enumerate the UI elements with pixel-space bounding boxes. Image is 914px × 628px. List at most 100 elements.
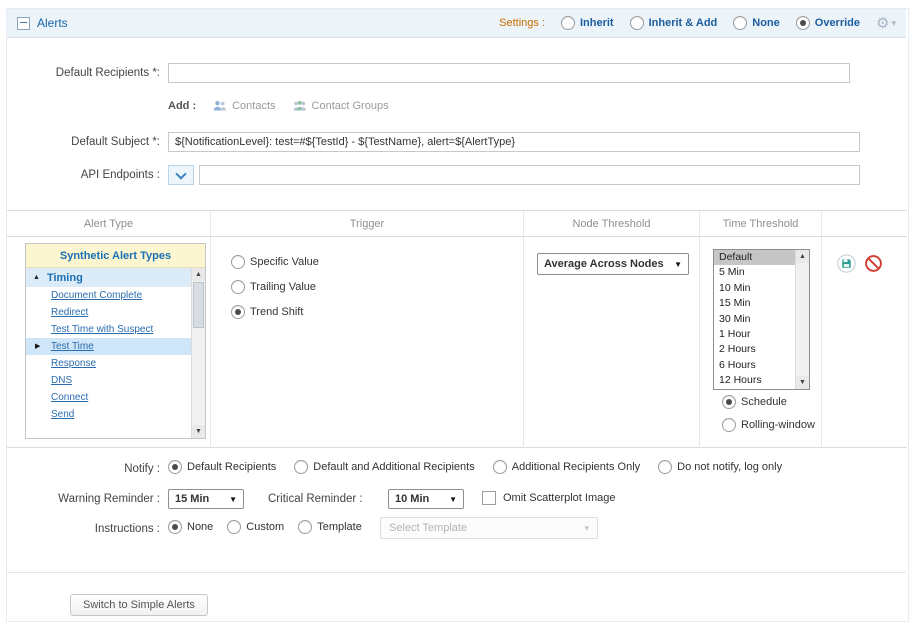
radio-icon <box>231 305 245 319</box>
settings-label: Settings : <box>499 17 545 29</box>
alert-type-item[interactable]: DNS <box>26 372 191 389</box>
trigger-option-specific-value[interactable]: Specific Value <box>231 255 319 269</box>
scroll-down-icon: ▼ <box>195 428 202 435</box>
critical-reminder-select[interactable]: 10 Min ▼ <box>388 489 464 509</box>
caret-down-icon: ▼ <box>674 259 682 269</box>
instructions-option-template[interactable]: Template <box>298 520 362 534</box>
time-threshold-option[interactable]: 1 Hour <box>714 327 795 342</box>
scroll-up-icon: ▲ <box>195 271 202 278</box>
checkbox-icon <box>482 491 496 505</box>
time-threshold-option[interactable]: 2 Hours <box>714 342 795 357</box>
alert-type-item[interactable]: Test Time <box>26 338 191 355</box>
notify-option-default-and-additional[interactable]: Default and Additional Recipients <box>294 460 475 474</box>
time-threshold-option[interactable]: Default <box>714 250 795 266</box>
alert-type-item[interactable]: Test Time with Suspect <box>26 321 191 338</box>
radio-icon <box>722 395 736 409</box>
default-subject-input[interactable] <box>168 132 860 152</box>
scroll-down-button[interactable]: ▼ <box>192 425 205 438</box>
bottom-divider <box>7 572 906 573</box>
gear-icon: ⚙ <box>876 14 890 32</box>
actions-cell <box>822 237 907 449</box>
time-threshold-option[interactable]: 5 Min <box>714 265 795 280</box>
scroll-up-button[interactable]: ▲ <box>192 268 205 281</box>
settings-option-inherit-add[interactable]: Inherit & Add <box>629 16 717 30</box>
alert-type-item[interactable]: Document Complete <box>26 287 191 304</box>
settings-option-inherit[interactable]: Inherit <box>560 16 614 30</box>
collapse-section-icon[interactable] <box>17 16 30 30</box>
scroll-up-button[interactable]: ▲ <box>796 250 809 263</box>
trigger-option-trailing-value[interactable]: Trailing Value <box>231 280 319 294</box>
radio-icon <box>733 16 748 30</box>
column-header-trigger: Trigger <box>211 211 524 237</box>
notify-options: Default Recipients Default and Additiona… <box>168 460 782 474</box>
radio-icon <box>168 520 182 534</box>
time-threshold-option[interactable]: 6 Hours <box>714 358 795 373</box>
notify-option-default-recipients[interactable]: Default Recipients <box>168 460 276 474</box>
alert-type-item[interactable]: Connect <box>26 389 191 406</box>
omit-scatterplot-checkbox-row[interactable]: Omit Scatterplot Image <box>482 491 616 505</box>
settings-option-label: Inherit <box>579 17 614 29</box>
time-threshold-option[interactable]: 15 Min <box>714 296 795 311</box>
critical-reminder-value: 10 Min <box>395 493 430 505</box>
time-threshold-option[interactable]: 10 Min <box>714 281 795 296</box>
alert-type-scrollbar[interactable]: ▲ ▼ <box>191 268 205 438</box>
column-header-alert-type: Alert Type <box>7 211 211 237</box>
time-threshold-option[interactable]: 30 Min <box>714 312 795 327</box>
add-row: Add : Contacts Contact Groups <box>168 100 389 112</box>
settings-option-label: None <box>752 17 780 29</box>
instructions-option-label: None <box>187 521 214 533</box>
notify-label: Notify : <box>124 463 160 475</box>
save-button[interactable] <box>836 253 856 273</box>
time-mode-rolling-window[interactable]: Rolling-window <box>722 418 815 432</box>
cancel-icon <box>864 254 882 272</box>
section-title: Alerts <box>37 16 68 30</box>
alert-type-item[interactable]: Response <box>26 355 191 372</box>
dropdown-chevron-icon <box>175 167 187 180</box>
warning-reminder-label: Warning Reminder : <box>58 493 160 505</box>
trigger-cell: Specific Value Trailing Value Trend Shif… <box>211 237 524 449</box>
caret-down-icon: ▼ <box>449 494 457 504</box>
contacts-link-label: Contacts <box>232 100 276 112</box>
settings-menu-button[interactable]: ⚙ ▾ <box>876 16 896 31</box>
node-threshold-select[interactable]: Average Across Nodes ▼ <box>537 253 689 275</box>
alert-type-item[interactable]: Send <box>26 406 191 423</box>
alert-type-list: ▲ Timing Document Complete Redirect Test… <box>26 268 191 438</box>
api-endpoints-input[interactable] <box>199 165 860 185</box>
add-contacts-link[interactable]: Contacts <box>212 100 276 112</box>
radio-icon <box>722 418 736 432</box>
chevron-down-icon: ▾ <box>891 17 896 28</box>
notify-option-additional-only[interactable]: Additional Recipients Only <box>492 460 640 474</box>
instructions-option-none[interactable]: None <box>168 520 213 534</box>
scrollbar-thumb[interactable] <box>193 282 204 328</box>
radio-icon <box>492 460 507 474</box>
scroll-down-button[interactable]: ▼ <box>796 376 809 389</box>
default-recipients-input[interactable] <box>168 63 850 83</box>
alert-type-group-timing[interactable]: ▲ Timing <box>26 268 191 287</box>
contact-groups-icon <box>293 100 306 111</box>
instructions-label: Instructions : <box>94 523 160 535</box>
add-contact-groups-link[interactable]: Contact Groups <box>292 100 389 112</box>
switch-to-simple-alerts-button[interactable]: Switch to Simple Alerts <box>70 594 208 616</box>
notify-option-label: Do not notify, log only <box>677 461 783 473</box>
api-endpoints-dropdown-button[interactable] <box>168 165 194 185</box>
time-threshold-option[interactable]: 12 Hours <box>714 373 795 388</box>
time-mode-schedule[interactable]: Schedule <box>722 395 787 409</box>
omit-scatterplot-label: Omit Scatterplot Image <box>503 492 616 504</box>
contacts-icon <box>213 101 227 111</box>
alert-type-cell: Synthetic Alert Types ▲ Timing Document … <box>7 237 211 449</box>
time-threshold-scrollbar[interactable]: ▲ ▼ <box>795 250 809 389</box>
settings-option-none[interactable]: None <box>733 16 780 30</box>
alert-rules-table: Alert Type Trigger Node Threshold Time T… <box>7 210 907 449</box>
alert-type-item[interactable]: Redirect <box>26 304 191 321</box>
api-endpoints-label: API Endpoints : <box>80 169 160 181</box>
contact-groups-link-label: Contact Groups <box>311 100 389 112</box>
radio-icon <box>231 255 245 269</box>
notify-option-log-only[interactable]: Do not notify, log only <box>658 460 782 474</box>
select-template-dropdown[interactable]: Select Template ▾ <box>380 517 598 539</box>
instructions-option-custom[interactable]: Custom <box>227 520 284 534</box>
settings-option-override[interactable]: Override <box>795 16 860 30</box>
trigger-option-trend-shift[interactable]: Trend Shift <box>231 305 319 319</box>
cancel-button[interactable] <box>863 253 883 273</box>
save-floppy-icon <box>836 253 856 273</box>
warning-reminder-select[interactable]: 15 Min ▼ <box>168 489 244 509</box>
